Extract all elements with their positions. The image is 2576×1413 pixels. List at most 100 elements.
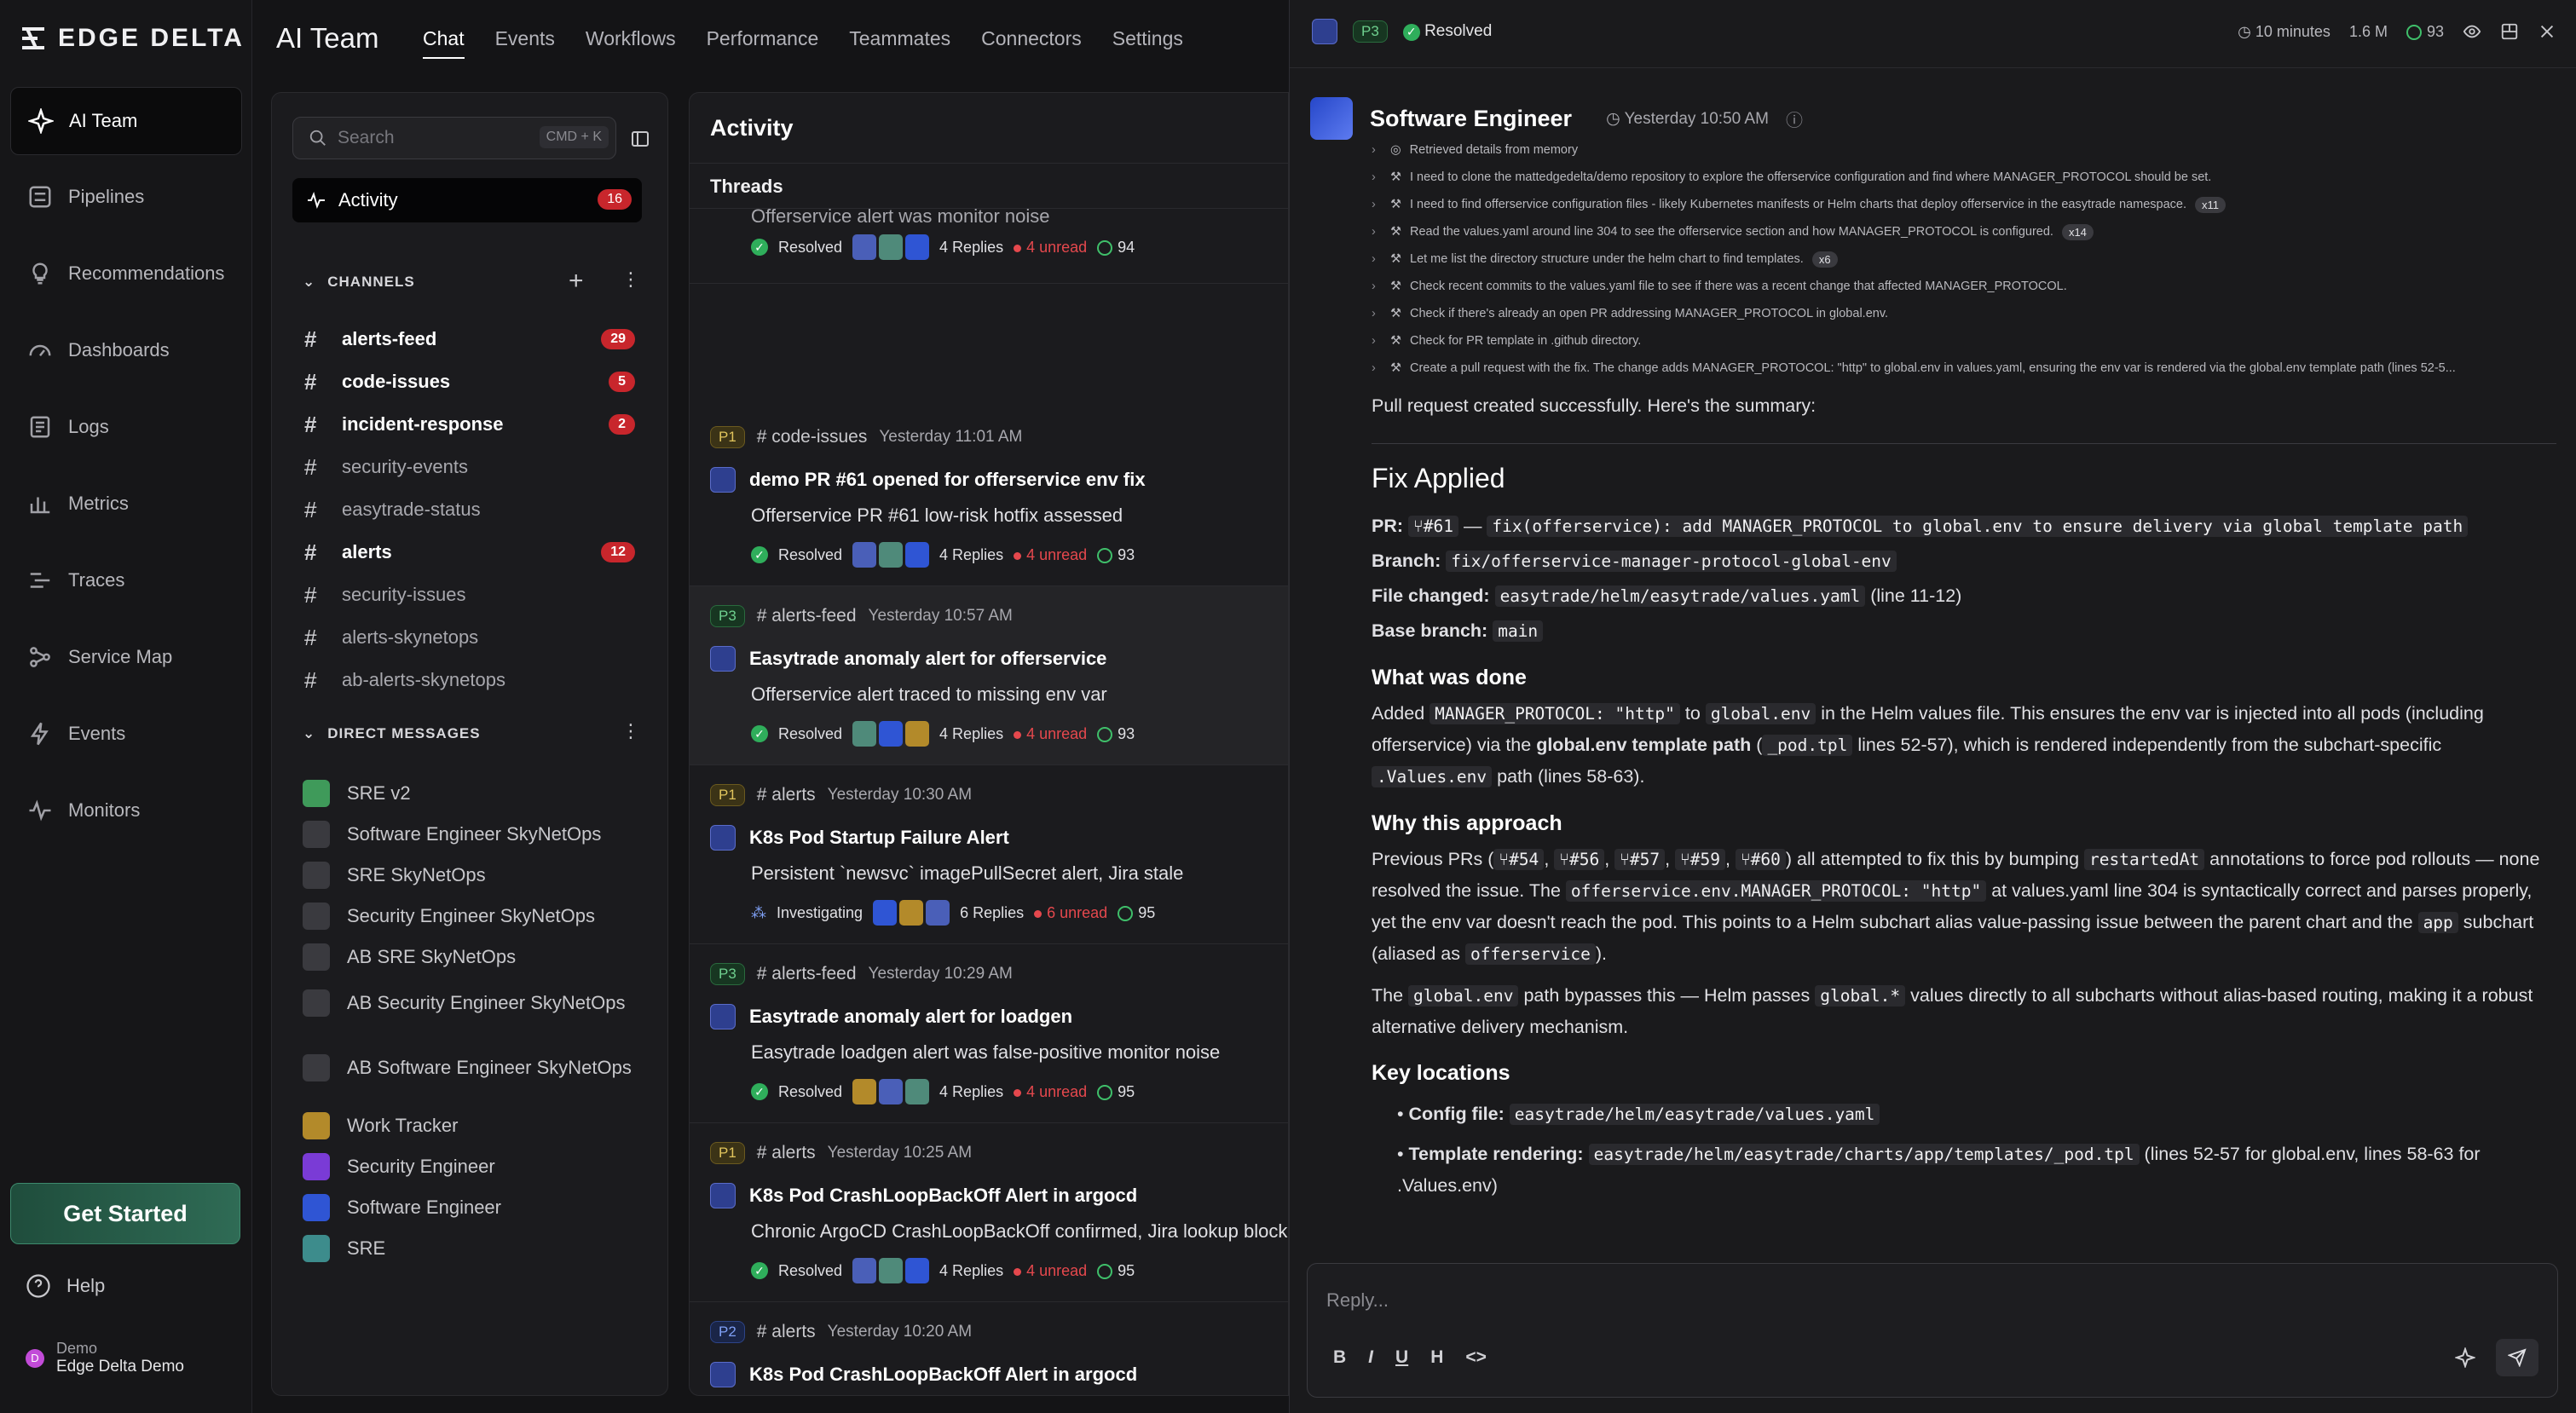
channel-item-security-events[interactable]: # security-events xyxy=(304,448,645,486)
thread-item[interactable]: P1 # code-issues Yesterday 11:01 AM demo PR… xyxy=(690,407,1288,586)
nav-item-events[interactable]: Events xyxy=(10,701,242,767)
tab-teammates[interactable]: Teammates xyxy=(849,27,950,59)
nav-item-traces[interactable]: Traces xyxy=(10,547,242,614)
list-item: • Config file: easytrade/helm/easytrade/… xyxy=(1372,1099,2556,1130)
thread-time: Yesterday 10:25 AM xyxy=(827,1144,973,1162)
sidebar-collapse-icon[interactable] xyxy=(630,129,650,149)
channel-item-code-issues[interactable]: # code-issues 5 xyxy=(304,363,645,401)
tab-performance[interactable]: Performance xyxy=(707,27,819,59)
thread-item[interactable]: P3 # alerts-feed Yesterday 10:57 AM Easytra… xyxy=(690,586,1288,765)
nav-item-pipelines[interactable]: Pipelines xyxy=(10,164,242,230)
dm-item[interactable]: SRE v2 xyxy=(303,780,644,807)
ai-assist-icon[interactable] xyxy=(2455,1347,2475,1368)
dm-item[interactable]: AB Software Engineer SkyNetOps xyxy=(303,1054,644,1081)
dm-section-header[interactable]: ⌄ DIRECT MESSAGES xyxy=(303,725,481,742)
base-line: Base branch: main xyxy=(1372,615,2556,647)
header-tabs: Chat Events Workflows Performance Teamma… xyxy=(423,27,1183,59)
pr-link[interactable]: ⑂#60 xyxy=(1735,849,1786,870)
nav-item-dashboards[interactable]: Dashboards xyxy=(10,317,242,384)
thread-item[interactable]: P2 # alerts Yesterday 10:20 AM K8s Pod Cras… xyxy=(690,1302,1288,1395)
user-menu[interactable]: D Demo Edge Delta Demo xyxy=(26,1340,184,1376)
dm-item[interactable]: Work Tracker xyxy=(303,1112,644,1139)
agent-step[interactable]: › ⚒ I need to find offerservice configurat… xyxy=(1372,191,2565,218)
agent-step[interactable]: › ⚒ I need to clone the mattedgedelta/demo… xyxy=(1372,164,2565,191)
dm-item[interactable]: SRE xyxy=(303,1235,644,1262)
step-count-badge: x14 xyxy=(2061,223,2094,240)
agent-step[interactable]: › ◎ Retrieved details from memory xyxy=(1372,136,2565,164)
underline-button[interactable]: U xyxy=(1395,1347,1408,1368)
channel-item-ab-alerts-skynetops[interactable]: # ab-alerts-skynetops xyxy=(304,661,645,699)
pr-link[interactable]: ⑂#61 xyxy=(1408,516,1458,537)
channel-item-alerts-skynetops[interactable]: # alerts-skynetops xyxy=(304,619,645,656)
nav-item-monitors[interactable]: Monitors xyxy=(10,777,242,844)
dm-item[interactable]: AB SRE SkyNetOps xyxy=(303,943,644,971)
tab-settings[interactable]: Settings xyxy=(1112,27,1183,59)
channel-name: alerts-skynetops xyxy=(342,626,479,648)
agent-step[interactable]: › ⚒ Check for PR template in .github direc… xyxy=(1372,327,2565,355)
close-icon[interactable] xyxy=(2538,22,2556,41)
dm-item[interactable]: Software Engineer xyxy=(303,1194,644,1221)
thread-replies: 6 Replies xyxy=(960,903,1025,921)
thread-item[interactable]: P3 # alerts-feed Yesterday 10:29 AM Easytra… xyxy=(690,944,1288,1123)
dm-item[interactable]: Security Engineer SkyNetOps xyxy=(303,903,644,930)
channels-section-header[interactable]: ⌄ CHANNELS xyxy=(303,274,415,291)
add-channel-button[interactable]: + xyxy=(569,267,584,296)
avatar xyxy=(710,1004,736,1029)
thread-status: Resolved xyxy=(778,238,843,256)
channel-item-security-issues[interactable]: # security-issues xyxy=(304,576,645,614)
tab-workflows[interactable]: Workflows xyxy=(586,27,676,59)
thread-item[interactable]: P1 # alerts Yesterday 10:30 AM K8s Pod Star… xyxy=(690,765,1288,944)
dm-more-icon[interactable]: ⋮ xyxy=(621,720,640,742)
brand-logo[interactable]: EDGE DELTA xyxy=(20,24,245,53)
italic-button[interactable]: I xyxy=(1368,1347,1373,1368)
search-input[interactable]: Search CMD + K xyxy=(292,117,616,159)
send-button[interactable] xyxy=(2496,1339,2538,1376)
bold-button[interactable]: B xyxy=(1333,1347,1346,1368)
step-text: Check if there's already an open PR addr… xyxy=(1410,307,1889,320)
eye-icon[interactable] xyxy=(2463,22,2481,41)
reply-box[interactable]: Reply... B I U H <> xyxy=(1307,1263,2558,1398)
layout-icon[interactable] xyxy=(2500,22,2519,41)
reply-input[interactable]: Reply... xyxy=(1326,1289,1389,1312)
message-body: Pull request created successfully. Here'… xyxy=(1372,390,2556,1204)
channel-item-easytrade-status[interactable]: # easytrade-status xyxy=(304,491,645,528)
heading-button[interactable]: H xyxy=(1430,1347,1443,1368)
help-link[interactable]: Help xyxy=(26,1273,105,1299)
code-button[interactable]: <> xyxy=(1465,1347,1487,1368)
info-icon[interactable]: ⓘ xyxy=(1786,107,1803,131)
pr-link[interactable]: ⑂#56 xyxy=(1554,849,1605,870)
get-started-button[interactable]: Get Started xyxy=(10,1183,240,1244)
nav-item-logs[interactable]: Logs xyxy=(10,394,242,460)
dm-item[interactable]: Software Engineer SkyNetOps xyxy=(303,821,644,848)
channel-item-incident-response[interactable]: # incident-response 2 xyxy=(304,406,645,443)
unread-badge: 2 xyxy=(609,414,635,435)
agent-step[interactable]: › ⚒ Let me list the directory structure un… xyxy=(1372,245,2565,273)
activity-link[interactable]: Activity 16 xyxy=(292,178,642,222)
agent-step[interactable]: › ⚒ Read the values.yaml around line 304 t… xyxy=(1372,218,2565,245)
tab-chat[interactable]: Chat xyxy=(423,27,465,59)
nav-item-ai-team[interactable]: AI Team xyxy=(10,87,242,155)
agent-step[interactable]: › ⚒ Check recent commits to the values.yam… xyxy=(1372,273,2565,300)
hash-icon: # xyxy=(304,326,317,352)
dm-item[interactable]: Security Engineer xyxy=(303,1153,644,1180)
traces-icon xyxy=(30,573,50,588)
agent-step[interactable]: › ⚒ Check if there's already an open PR ad… xyxy=(1372,300,2565,327)
dm-item[interactable]: SRE SkyNetOps xyxy=(303,862,644,889)
pr-link[interactable]: ⑂#54 xyxy=(1493,849,1545,870)
dm-item[interactable]: AB Security Engineer SkyNetOps xyxy=(303,989,644,1017)
nav-item-metrics[interactable]: Metrics xyxy=(10,470,242,537)
left-nav: EDGE DELTA AI Team Pipelines Recommendat… xyxy=(0,0,252,1413)
channel-item-alerts[interactable]: # alerts 12 xyxy=(304,533,645,571)
pr-link[interactable]: ⑂#57 xyxy=(1614,849,1666,870)
nav-item-recommendations[interactable]: Recommendations xyxy=(10,240,242,307)
agent-step[interactable]: › ⚒ Create a pull request with the fix. Th… xyxy=(1372,355,2565,382)
tab-events[interactable]: Events xyxy=(495,27,555,59)
nav-item-service-map[interactable]: Service Map xyxy=(10,624,242,690)
thread-score: 93 xyxy=(1097,725,1135,743)
thread-item[interactable]: P1 # alerts Yesterday 10:25 AM K8s Pod Cras… xyxy=(690,1123,1288,1302)
channel-item-alerts-feed[interactable]: # alerts-feed 29 xyxy=(304,320,645,358)
tab-connectors[interactable]: Connectors xyxy=(981,27,1082,59)
channels-more-icon[interactable]: ⋮ xyxy=(621,268,640,291)
pr-link[interactable]: ⑂#59 xyxy=(1675,849,1725,870)
thread-item[interactable]: Offerservice alert was monitor noise ✓ R… xyxy=(690,205,1288,284)
